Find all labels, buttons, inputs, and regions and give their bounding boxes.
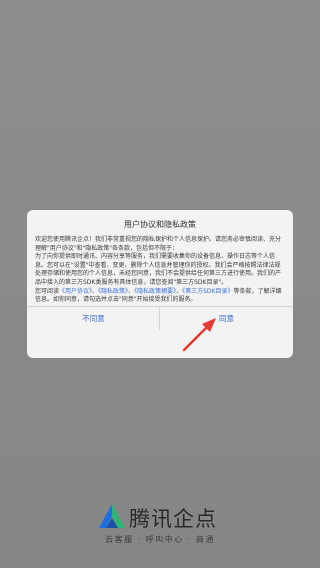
sdk-list-link[interactable]: 《第三方SDK目录》 bbox=[182, 288, 233, 295]
disagree-button[interactable]: 不同意 bbox=[27, 307, 160, 330]
brand-tagline: 云客服 · 呼叫中心 · 商通 bbox=[105, 535, 215, 544]
privacy-summary-link[interactable]: 《隐私政策摘要》 bbox=[134, 288, 176, 295]
dialog-paragraph-details: 为了向你提供即时通讯、内容分享等服务，我们需要收集你的设备信息、操作日志等个人信… bbox=[35, 253, 282, 286]
privacy-dialog: 用户协议和隐私政策 欢迎您使用腾讯企点！我们非常重视您的隐私保护和个人信息保护。… bbox=[27, 210, 293, 358]
brand-lockup: 腾讯企点 bbox=[97, 500, 237, 534]
dialog-paragraph-intro: 欢迎您使用腾讯企点！我们非常重视您的隐私保护和个人信息保护。请您务必审慎阅读、充… bbox=[35, 236, 282, 252]
dialog-paragraph-links: 您可阅读《用户协议》、《隐私政策》、《隐私政策摘要》、《第三方SDK目录》等条款… bbox=[35, 287, 282, 304]
annotation-arrow-icon bbox=[182, 318, 216, 352]
user-agreement-link[interactable]: 《用户协议》 bbox=[59, 288, 92, 295]
qidian-logo-icon bbox=[99, 504, 125, 528]
dialog-body: 欢迎您使用腾讯企点！我们非常重视您的隐私保护和个人信息保护。请您务必审慎阅读、充… bbox=[35, 236, 285, 305]
links-prefix: 您可阅读 bbox=[35, 287, 60, 295]
dialog-title: 用户协议和隐私政策 bbox=[124, 220, 196, 229]
privacy-policy-link[interactable]: 《隐私政策》 bbox=[98, 288, 128, 295]
brand-name: 腾讯企点 bbox=[129, 507, 217, 531]
